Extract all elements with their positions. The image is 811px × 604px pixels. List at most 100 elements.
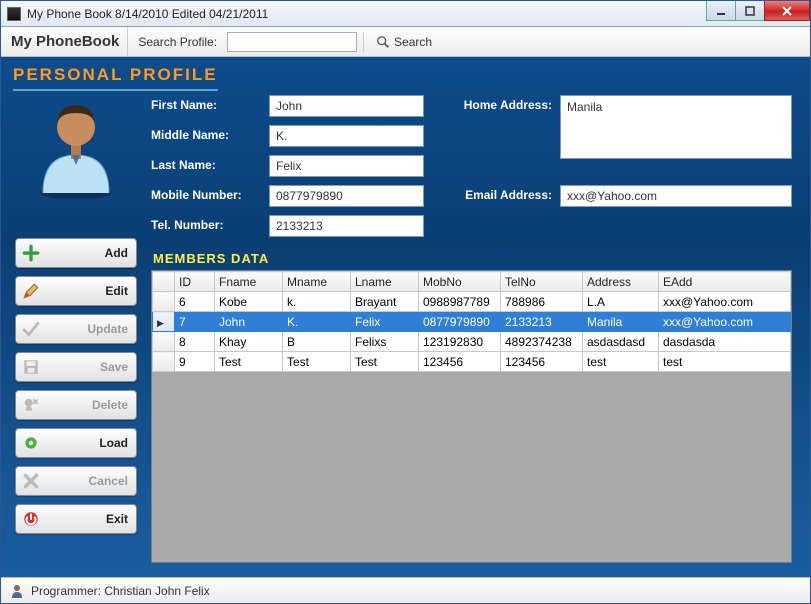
cell[interactable]: 123192830	[419, 332, 501, 352]
cell[interactable]: Felix	[351, 312, 419, 332]
cell[interactable]: 0877979890	[419, 312, 501, 332]
cell[interactable]: 0988987789	[419, 292, 501, 312]
statusbar: Programmer: Christian John Felix	[1, 577, 810, 603]
search-input[interactable]	[227, 32, 357, 52]
col-id[interactable]: ID	[175, 272, 215, 292]
members-grid[interactable]: ID Fname Mname Lname MobNo TelNo Address…	[151, 270, 792, 563]
last-name-field[interactable]	[269, 155, 424, 177]
cell[interactable]: test	[659, 352, 791, 372]
app-icon	[7, 7, 21, 21]
col-fname[interactable]: Fname	[215, 272, 283, 292]
table-row[interactable]: 7JohnK.Felix08779798902133213Manilaxxx@Y…	[153, 312, 791, 332]
close-button[interactable]	[764, 1, 810, 21]
home-address-field[interactable]	[560, 95, 792, 159]
cell[interactable]: 4892374238	[501, 332, 583, 352]
app-window: My Phone Book 8/14/2010 Edited 04/21/201…	[0, 0, 811, 604]
cell[interactable]: 123456	[501, 352, 583, 372]
toolbar-divider	[363, 32, 364, 52]
cell[interactable]: Brayant	[351, 292, 419, 312]
cancel-button[interactable]: Cancel	[15, 466, 137, 496]
avatar	[31, 93, 121, 198]
save-button[interactable]: Save	[15, 352, 137, 382]
edit-button[interactable]: Edit	[15, 276, 137, 306]
col-eadd[interactable]: EAdd	[659, 272, 791, 292]
cell[interactable]: dasdasda	[659, 332, 791, 352]
mobile-label: Mobile Number:	[151, 185, 261, 202]
col-telno[interactable]: TelNo	[501, 272, 583, 292]
cell[interactable]: 123456	[419, 352, 501, 372]
cell[interactable]: B	[283, 332, 351, 352]
left-column: Add Edit Update Save Delete	[11, 67, 141, 563]
cell[interactable]: 6	[175, 292, 215, 312]
col-address[interactable]: Address	[583, 272, 659, 292]
delete-icon	[22, 396, 40, 414]
profile-form: First Name: Home Address: Middle Name: L…	[151, 89, 792, 237]
cell[interactable]: Kobe	[215, 292, 283, 312]
maximize-icon	[744, 6, 756, 16]
cell[interactable]: Test	[215, 352, 283, 372]
cell[interactable]: asdasdasd	[583, 332, 659, 352]
cell[interactable]: 8	[175, 332, 215, 352]
search-icon	[376, 35, 390, 49]
statusbar-text: Programmer: Christian John Felix	[31, 584, 210, 598]
maximize-button[interactable]	[735, 1, 765, 21]
delete-button-label: Delete	[92, 398, 128, 412]
update-button[interactable]: Update	[15, 314, 137, 344]
row-header[interactable]	[153, 292, 175, 312]
content-area: Add Edit Update Save Delete	[1, 57, 810, 577]
middle-name-field[interactable]	[269, 125, 424, 147]
cell[interactable]: L.A	[583, 292, 659, 312]
col-lname[interactable]: Lname	[351, 272, 419, 292]
search-button[interactable]: Search	[370, 35, 438, 49]
col-mname[interactable]: Mname	[283, 272, 351, 292]
cell[interactable]: k.	[283, 292, 351, 312]
person-icon	[9, 583, 25, 599]
floppy-icon	[22, 358, 40, 376]
search-button-label: Search	[394, 35, 432, 49]
table-row[interactable]: 9TestTestTest123456123456testtest	[153, 352, 791, 372]
home-address-label: Home Address:	[432, 95, 552, 112]
row-header[interactable]	[153, 332, 175, 352]
cell[interactable]: Test	[351, 352, 419, 372]
cell[interactable]: Test	[283, 352, 351, 372]
cell[interactable]: 9	[175, 352, 215, 372]
tel-field[interactable]	[269, 215, 424, 237]
cell[interactable]: Felixs	[351, 332, 419, 352]
first-name-field[interactable]	[269, 95, 424, 117]
cell[interactable]: 2133213	[501, 312, 583, 332]
cell[interactable]: 7	[175, 312, 215, 332]
table-row[interactable]: 8KhayBFelixs1231928304892374238asdasdasd…	[153, 332, 791, 352]
grid-header-row: ID Fname Mname Lname MobNo TelNo Address…	[153, 272, 791, 292]
col-mobno[interactable]: MobNo	[419, 272, 501, 292]
cell[interactable]: Manila	[583, 312, 659, 332]
cell[interactable]: K.	[283, 312, 351, 332]
load-button[interactable]: Load	[15, 428, 137, 458]
cell[interactable]: xxx@Yahoo.com	[659, 312, 791, 332]
row-header[interactable]	[153, 352, 175, 372]
window-controls	[707, 1, 810, 21]
page-title: PERSONAL PROFILE	[13, 63, 218, 91]
exit-button[interactable]: Exit	[15, 504, 137, 534]
add-button[interactable]: Add	[15, 238, 137, 268]
email-field[interactable]	[560, 185, 792, 207]
delete-button[interactable]: Delete	[15, 390, 137, 420]
cell[interactable]: Khay	[215, 332, 283, 352]
middle-name-label: Middle Name:	[151, 125, 261, 142]
add-button-label: Add	[105, 246, 128, 260]
mobile-field[interactable]	[269, 185, 424, 207]
save-button-label: Save	[100, 360, 128, 374]
row-header[interactable]	[153, 312, 175, 332]
titlebar: My Phone Book 8/14/2010 Edited 04/21/201…	[1, 1, 810, 27]
avatar-icon	[31, 93, 121, 198]
cell[interactable]: 788986	[501, 292, 583, 312]
table-row[interactable]: 6Kobek.Brayant0988987789788986L.Axxx@Yah…	[153, 292, 791, 312]
edit-button-label: Edit	[105, 284, 128, 298]
button-list: Add Edit Update Save Delete	[11, 238, 141, 534]
cell[interactable]: test	[583, 352, 659, 372]
cell[interactable]: xxx@Yahoo.com	[659, 292, 791, 312]
pencil-icon	[22, 282, 40, 300]
cell[interactable]: John	[215, 312, 283, 332]
plus-icon	[22, 244, 40, 262]
minimize-button[interactable]	[706, 1, 736, 21]
minimize-icon	[715, 6, 727, 16]
